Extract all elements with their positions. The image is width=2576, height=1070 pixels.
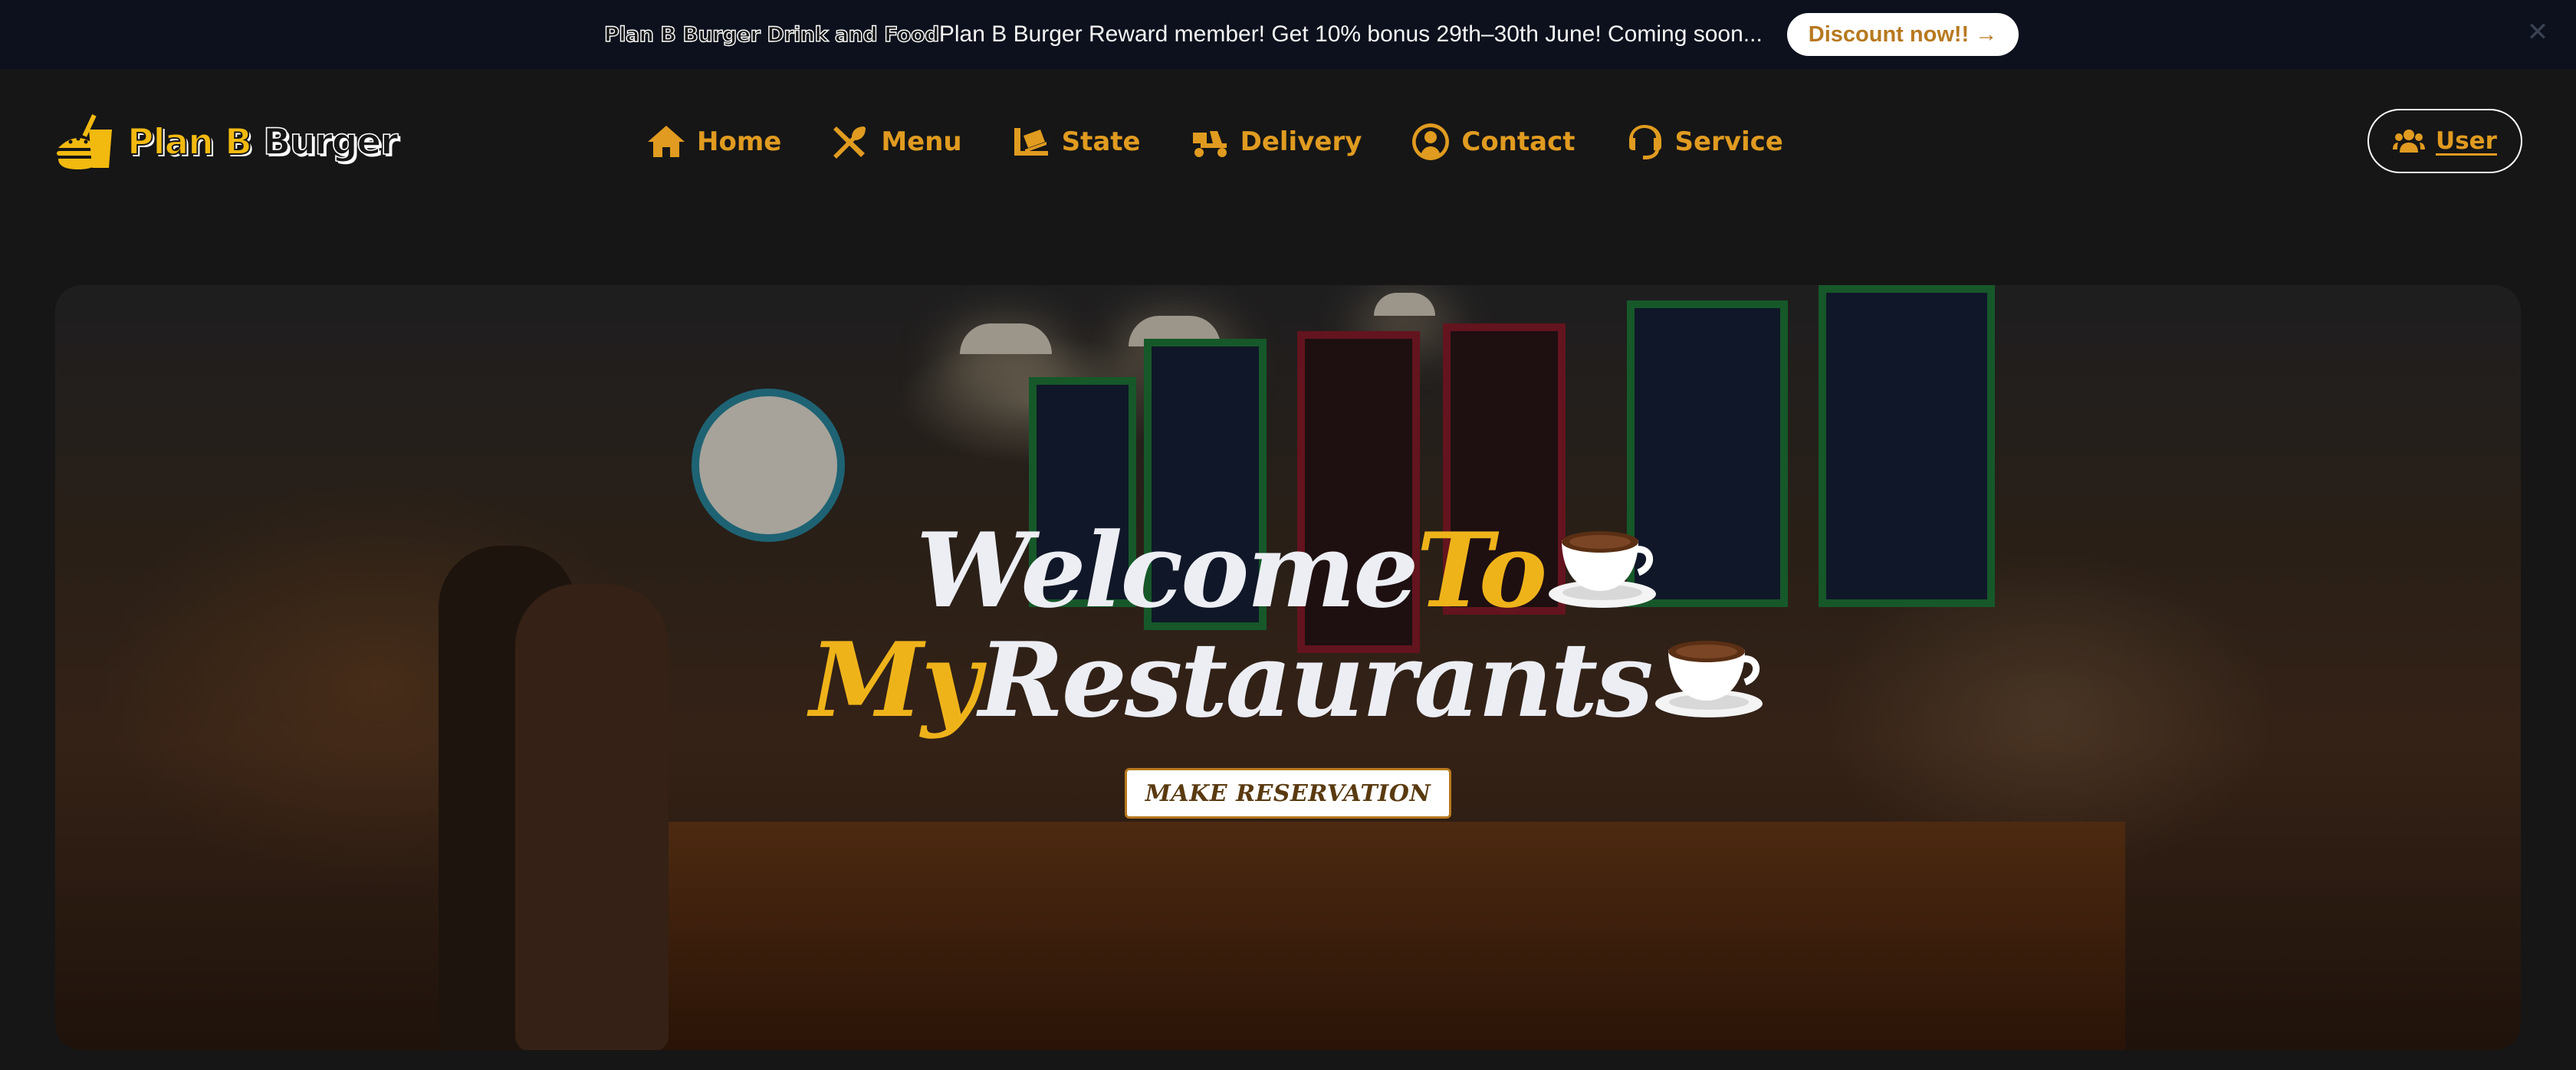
nav-item-label: Home: [697, 126, 782, 157]
logo[interactable]: Plan B Burger: [54, 100, 399, 184]
close-icon[interactable]: ✕: [2513, 8, 2562, 57]
user-circle-icon: [1412, 123, 1450, 160]
nav-item-home[interactable]: Home: [646, 111, 781, 172]
nav-item-label: Service: [1674, 126, 1783, 157]
nav-item-label: Contact: [1461, 126, 1576, 157]
announcement-brand: Plan B Burger Drink and Food: [603, 22, 940, 47]
utensils-icon: [833, 126, 866, 159]
hero-title-line1: WelcomeTo: [55, 519, 2521, 622]
nav-item-delivery[interactable]: Delivery: [1190, 111, 1362, 172]
announcement-content: Plan B Burger Drink and Food Plan B Burg…: [603, 0, 2019, 69]
nav-item-menu[interactable]: Menu: [830, 111, 962, 172]
headset-icon: [1628, 125, 1661, 159]
nav-item-label: Menu: [881, 126, 962, 157]
user-button-label: User: [2436, 127, 2497, 155]
coffee-cup-icon: [1654, 641, 1763, 717]
hero-title-accent: My: [810, 619, 981, 740]
nav-item-label: Delivery: [1240, 126, 1362, 157]
truck-ramp-icon: [1014, 128, 1048, 156]
make-reservation-button[interactable]: MAKE RESERVATION: [1125, 768, 1451, 819]
nav-item-contact[interactable]: Contact: [1411, 111, 1576, 172]
logo-text-part1: Plan B: [127, 120, 253, 164]
nav-item-state[interactable]: State: [1011, 111, 1141, 172]
discount-button[interactable]: Discount now!! →: [1786, 13, 2019, 56]
moped-icon: [1192, 131, 1227, 157]
hero-banner: WelcomeTo MyRestaurants MAKE RESERVATION: [55, 285, 2521, 1050]
logo-text-part2: Burger: [262, 120, 399, 164]
announcement-bar: Plan B Burger Drink and Food Plan B Burg…: [0, 0, 2576, 69]
hero-title-word: Restaurants: [978, 619, 1653, 740]
nav-item-label: State: [1061, 126, 1141, 157]
logo-text: Plan B Burger: [127, 120, 399, 164]
users-icon: [2393, 130, 2426, 153]
announcement-message: Plan B Burger Reward member! Get 10% bon…: [938, 21, 1763, 47]
user-button[interactable]: User: [2367, 109, 2522, 173]
burger-drink-icon: [57, 114, 112, 169]
hero-title-word: Welcome: [915, 510, 1419, 631]
hero-title-accent: To: [1416, 510, 1548, 631]
nav-item-service[interactable]: Service: [1625, 111, 1783, 172]
coffee-cup-icon: [1549, 531, 1657, 608]
hero-title-line2: MyRestaurants: [55, 629, 2521, 731]
home-icon: [648, 126, 685, 157]
main-nav: Home Menu State Delivery Contact Service: [646, 111, 1783, 172]
